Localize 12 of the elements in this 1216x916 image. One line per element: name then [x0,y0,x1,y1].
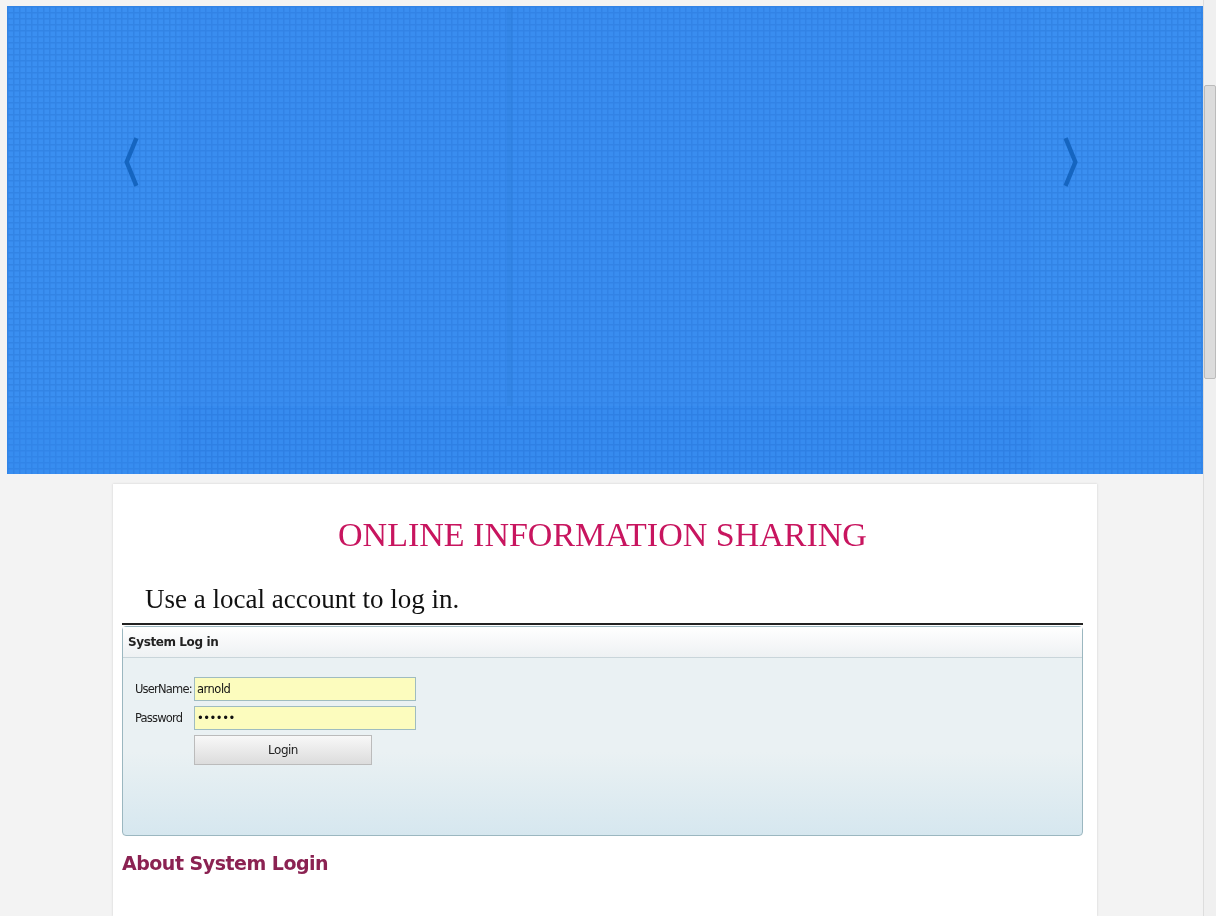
chevron-left-icon[interactable] [123,136,139,188]
scrollbar[interactable] [1203,0,1216,916]
site-title: ONLINE INFORMATION SHARING [337,516,868,554]
panel-title: System Log in [128,635,219,649]
section-heading: About System Login [122,852,330,874]
field-label: Password [135,711,184,725]
subtitle: Use a local account to log in. [145,584,461,615]
input-field[interactable]: •••••• [194,706,416,730]
chevron-right-icon[interactable] [1063,136,1079,188]
input-field[interactable]: arnold [194,677,416,701]
login-button[interactable]: Login [194,735,372,765]
field-label: UserName: [135,682,193,696]
